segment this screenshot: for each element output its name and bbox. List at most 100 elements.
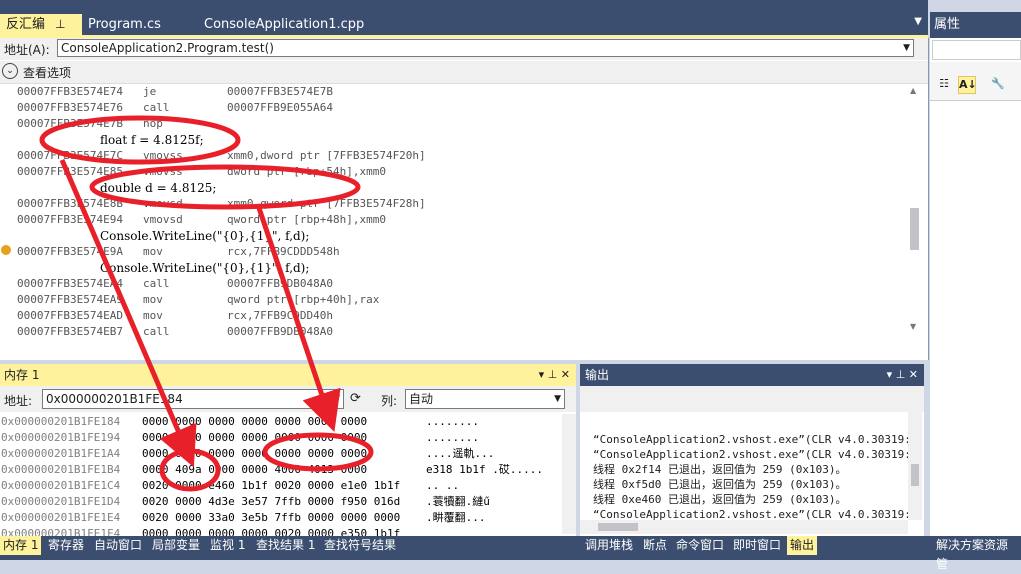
bottom-tab-right[interactable]: 断点 — [640, 536, 670, 555]
expand-chevron-icon[interactable]: ⌄ — [2, 63, 18, 79]
property-pages-icon[interactable]: 🔧 — [990, 76, 1006, 92]
bottom-tab-left[interactable]: 查找结果 1 — [253, 536, 318, 555]
instruction-opcode: mov — [143, 309, 163, 322]
window-controls-icon[interactable]: ▾ ⊥ ✕ — [539, 364, 570, 386]
memory-row-ascii: .. .. — [426, 479, 460, 492]
properties-toolbar: ☷ A↓ 🔧 — [930, 62, 1021, 101]
source-line[interactable]: Console.WriteLine("{0},{1}", f,d); — [100, 228, 309, 244]
source-line[interactable]: double d = 4.8125; — [100, 180, 216, 196]
view-options-label: 查看选项 — [23, 66, 72, 80]
bottom-tab-left[interactable]: 自动窗口 — [91, 536, 145, 555]
instruction-opcode: call — [143, 325, 170, 338]
current-instruction-arrow-icon — [1, 245, 11, 255]
bottom-tab-right[interactable]: 即时窗口 — [730, 536, 784, 555]
bottom-tab-left[interactable]: 局部变量 — [149, 536, 203, 555]
instruction-address: 00007FFB3E574E74 — [17, 85, 123, 98]
instruction-address: 00007FFB3E574EA9 — [17, 293, 123, 306]
memory-row-address: 0x000000201B1FE184 — [1, 415, 121, 428]
tab-program-cs-label: Program.cs — [88, 17, 161, 32]
output-text-area[interactable]: “ConsoleApplication2.vshost.exe”(CLR v4.… — [580, 412, 908, 520]
source-line[interactable]: float f = 4.8125f; — [100, 132, 204, 148]
view-options-bar[interactable]: ⌄ 查看选项 — [0, 61, 928, 84]
memory-rows[interactable]: 0x000000201B1FE184 0000 0000 0000 0000 00… — [0, 414, 560, 540]
disasm-line[interactable]: 00007FFB3E574EAD mov rcx,7FFB9CDDD40h — [17, 308, 333, 324]
memory-row-hex: 0020 0000 4d3e 3e57 7ffb 0000 f950 016d — [142, 495, 401, 508]
tab-consoleapplication1-cpp[interactable]: ConsoleApplication1.cpp — [198, 14, 370, 35]
bottom-tab-right[interactable]: 命令窗口 — [673, 536, 727, 555]
instruction-address: 00007FFB3E574EB7 — [17, 325, 123, 338]
disasm-line[interactable]: 00007FFB3E574E9A mov rcx,7FFB9CDDD548h — [17, 244, 340, 260]
disassembly-code-area[interactable]: 00007FFB3E574E74 je 00007FFB3E574E7B 00007F… — [0, 84, 905, 354]
memory-row-address: 0x000000201B1FE1D4 — [1, 495, 121, 508]
disasm-line[interactable]: 00007FFB3E574E8B vmovsd xmm0,qword ptr [7F… — [17, 196, 426, 212]
disasm-line[interactable]: 00007FFB3E574EA9 mov qword ptr [rbp+40h],r… — [17, 292, 379, 308]
memory-row-ascii: ........ — [426, 415, 479, 428]
bottom-tab-right[interactable]: 调用堆栈 — [582, 536, 636, 555]
output-horizontal-scroll-thumb[interactable] — [598, 523, 638, 531]
instruction-opcode: mov — [143, 245, 163, 258]
tab-program-cs[interactable]: Program.cs — [82, 14, 167, 35]
instruction-operands: 00007FFB9E055A64 — [227, 101, 333, 114]
categorized-icon[interactable]: ☷ — [936, 76, 952, 92]
memory-row-hex: 0020 0000 33a0 3e5b 7ffb 0000 0000 0000 — [142, 511, 401, 524]
memory-window: 内存 1 ▾ ⊥ ✕ 地址: 0x000000201B1FE184 ▼ ⟳ 列:… — [0, 364, 576, 540]
memory-row-hex: 0000 0000 0000 0000 0000 0000 0000 — [142, 431, 368, 444]
disassembly-window: 地址(A): ConsoleApplication2.Program.test(… — [0, 38, 929, 360]
memory-address-combobox[interactable]: 0x000000201B1FE184 ▼ — [42, 389, 344, 409]
output-line: “ConsoleApplication2.vshost.exe”(CLR v4.… — [593, 508, 908, 520]
instruction-address: 00007FFB3E574E76 — [17, 101, 123, 114]
chevron-down-icon[interactable]: ▼ — [903, 40, 910, 56]
output-window: 输出 ▾ ⊥ ✕ “ConsoleApplication2.vshost.exe… — [580, 364, 924, 536]
bottom-tab-left[interactable]: 查找符号结果 — [321, 536, 399, 555]
columns-combobox[interactable]: 自动 ▼ — [405, 389, 565, 409]
memory-vertical-scrollbar[interactable] — [562, 414, 576, 534]
output-window-title: 输出 — [585, 368, 610, 382]
bottom-tab-left[interactable]: 监视 1 — [207, 536, 248, 555]
tab-disassembly[interactable]: 反汇编 ⊥ ✕ — [0, 14, 82, 52]
chevron-down-icon[interactable]: ▼ — [333, 390, 340, 408]
memory-row-address: 0x000000201B1FE1E4 — [1, 511, 121, 524]
disasm-line[interactable]: 00007FFB3E574E85 vmovss dword ptr [rbp+54h… — [17, 164, 386, 180]
disasm-line[interactable]: 00007FFB3E574E74 je 00007FFB3E574E7B — [17, 84, 333, 100]
instruction-opcode: je — [143, 85, 157, 98]
chevron-down-icon[interactable]: ▼ — [554, 390, 561, 408]
output-line: “ConsoleApplication2.vshost.exe”(CLR v4.… — [593, 448, 908, 461]
instruction-opcode: call — [143, 277, 170, 290]
disassembly-address-bar: 地址(A): ConsoleApplication2.Program.test(… — [0, 38, 928, 60]
instruction-address: 00007FFB3E574E7C — [17, 149, 123, 162]
bottom-tab-left[interactable]: 内存 1 — [0, 536, 42, 555]
window-controls-icon[interactable]: ▾ ⊥ ✕ — [887, 364, 918, 386]
instruction-address: 00007FFB3E574E7B — [17, 117, 123, 130]
address-combobox[interactable]: ConsoleApplication2.Program.test() ▼ — [57, 39, 914, 57]
pin-icon[interactable]: ⊥ — [55, 17, 65, 31]
scroll-up-icon[interactable]: ▲ — [910, 86, 916, 95]
bottom-tab-right[interactable]: 输出 — [787, 536, 818, 555]
instruction-address: 00007FFB3E574E8B — [17, 197, 123, 210]
memory-row-hex: 0000 0000 0000 0000 0000 0000 0000 — [142, 447, 368, 460]
disasm-line[interactable]: 00007FFB3E574E76 call 00007FFB9E055A64 — [17, 100, 333, 116]
instruction-opcode: nop — [143, 117, 163, 130]
disasm-line[interactable]: 00007FFB3E574E7B nop — [17, 116, 163, 132]
instruction-address: 00007FFB3E574EA4 — [17, 277, 123, 290]
tool-window-tab-bar: 内存 1 寄存器 自动窗口 局部变量 监视 1 查找结果 1 查找符号结果 调用堆栈 断点 命令窗… — [0, 536, 1021, 571]
disasm-line[interactable]: 00007FFB3E574E94 vmovsd qword ptr [rbp+48h… — [17, 212, 386, 228]
disasm-line[interactable]: 00007FFB3E574E7C vmovss xmm0,dword ptr [7F… — [17, 148, 426, 164]
alphabetical-icon[interactable]: A↓ — [958, 76, 977, 94]
output-vertical-scroll-thumb[interactable] — [911, 464, 919, 486]
scroll-down-icon[interactable]: ▼ — [910, 322, 916, 331]
disasm-line[interactable]: 00007FFB3E574EB7 call 00007FFB9DB048A0 — [17, 324, 333, 340]
source-line[interactable]: Console.WriteLine("{0},{1}", f,d); — [100, 260, 309, 276]
refresh-icon[interactable]: ⟳ — [350, 391, 366, 407]
instruction-opcode: vmovsd — [143, 197, 183, 210]
disasm-line[interactable]: 00007FFB3E574EA4 call 00007FFB9DB048A0 — [17, 276, 333, 292]
instruction-opcode: mov — [143, 293, 163, 306]
instruction-operands: 00007FFB9DB048A0 — [227, 325, 333, 338]
bottom-tab-solution-explorer[interactable]: 解决方案资源管 — [933, 536, 1021, 571]
memory-row-hex: 0000 409a 0000 0000 4000 4013 0000 — [142, 463, 368, 476]
tab-overflow-dropdown-icon[interactable]: ▼ — [914, 16, 922, 27]
code-scroll-thumb[interactable] — [910, 208, 919, 250]
address-value: ConsoleApplication2.Program.test() — [61, 41, 274, 55]
bottom-tab-left[interactable]: 寄存器 — [45, 536, 87, 555]
properties-object-combobox[interactable] — [932, 40, 1021, 60]
properties-panel: 属性 ☷ A↓ 🔧 — [930, 12, 1021, 538]
